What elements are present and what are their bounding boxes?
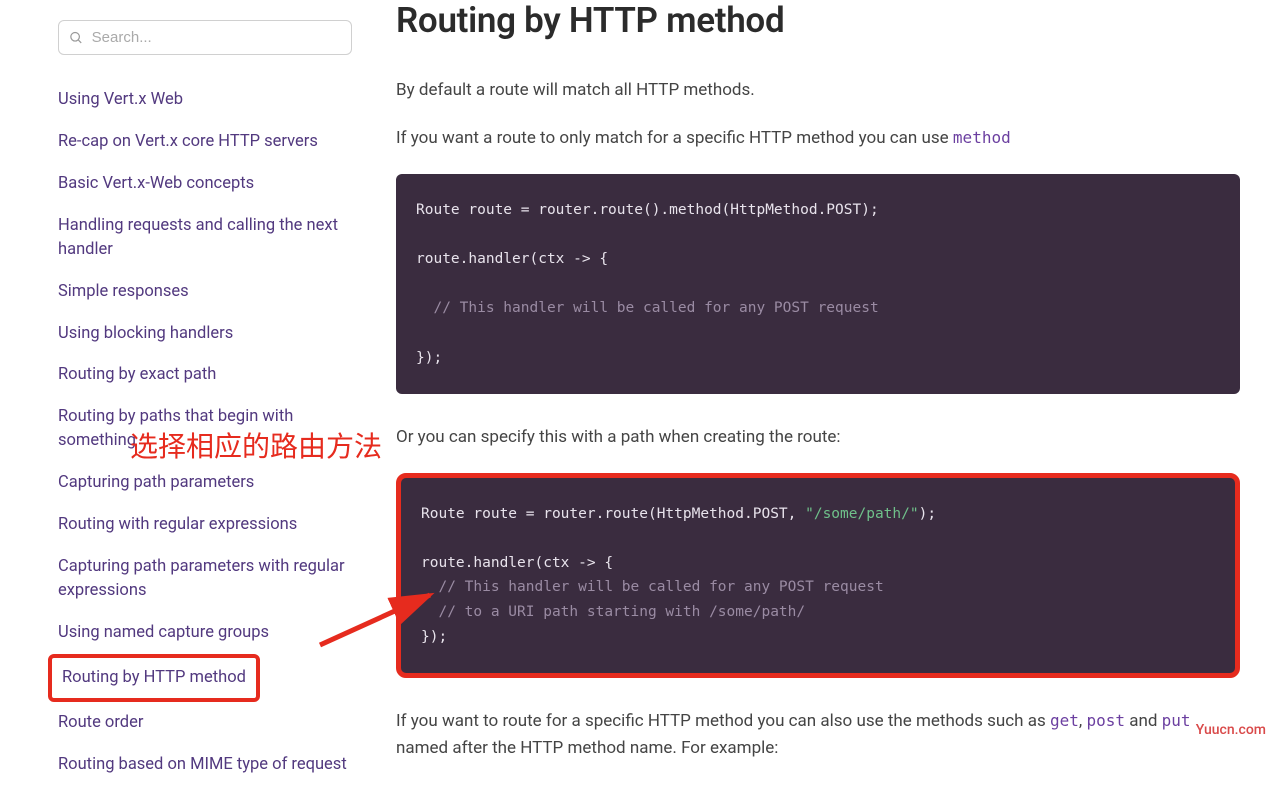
- sidebar-item-capturing-regex-params[interactable]: Capturing path parameters with regular e…: [58, 546, 360, 612]
- put-link[interactable]: put: [1162, 711, 1191, 730]
- code-block-2: Route route = router.route(HttpMethod.PO…: [396, 473, 1240, 679]
- sidebar-item-capturing-path-params[interactable]: Capturing path parameters: [58, 462, 360, 504]
- paragraph-1: By default a route will match all HTTP m…: [396, 77, 1240, 103]
- post-link[interactable]: post: [1086, 711, 1125, 730]
- sidebar-item-using-vertx-web[interactable]: Using Vert.x Web: [58, 79, 360, 121]
- sidebar-item-basic-concepts[interactable]: Basic Vert.x-Web concepts: [58, 163, 360, 205]
- get-link[interactable]: get: [1050, 711, 1079, 730]
- sidebar: Using Vert.x Web Re-cap on Vert.x core H…: [0, 0, 370, 786]
- page-title: Routing by HTTP method: [396, 0, 1240, 41]
- sidebar-item-routing-exact-path[interactable]: Routing by exact path: [58, 354, 360, 396]
- paragraph-3: Or you can specify this with a path when…: [396, 424, 1240, 450]
- sidebar-item-routing-http-method[interactable]: Routing by HTTP method: [48, 654, 260, 702]
- paragraph-2: If you want a route to only match for a …: [396, 125, 1240, 151]
- sidebar-item-routing-mime-type[interactable]: Routing based on MIME type of request: [58, 744, 360, 786]
- search-input-wrapper[interactable]: [58, 20, 352, 55]
- sidebar-item-recap-core-http[interactable]: Re-cap on Vert.x core HTTP servers: [58, 121, 360, 163]
- sidebar-item-named-capture-groups[interactable]: Using named capture groups: [58, 612, 360, 654]
- watermark: Yuucn.com: [1196, 722, 1266, 738]
- annotation-label: 选择相应的路由方法: [130, 425, 382, 465]
- paragraph-4: If you want to route for a specific HTTP…: [396, 708, 1240, 761]
- method-link[interactable]: method: [953, 128, 1011, 147]
- sidebar-item-handling-requests[interactable]: Handling requests and calling the next h…: [58, 205, 360, 271]
- sidebar-item-route-order[interactable]: Route order: [58, 702, 360, 744]
- main-content: Routing by HTTP method By default a rout…: [370, 0, 1280, 786]
- code-block-1: Route route = router.route().method(Http…: [396, 174, 1240, 394]
- search-input[interactable]: [92, 29, 341, 46]
- sidebar-item-routing-regex[interactable]: Routing with regular expressions: [58, 504, 360, 546]
- search-icon: [69, 30, 84, 46]
- sidebar-item-simple-responses[interactable]: Simple responses: [58, 271, 360, 313]
- sidebar-item-blocking-handlers[interactable]: Using blocking handlers: [58, 313, 360, 355]
